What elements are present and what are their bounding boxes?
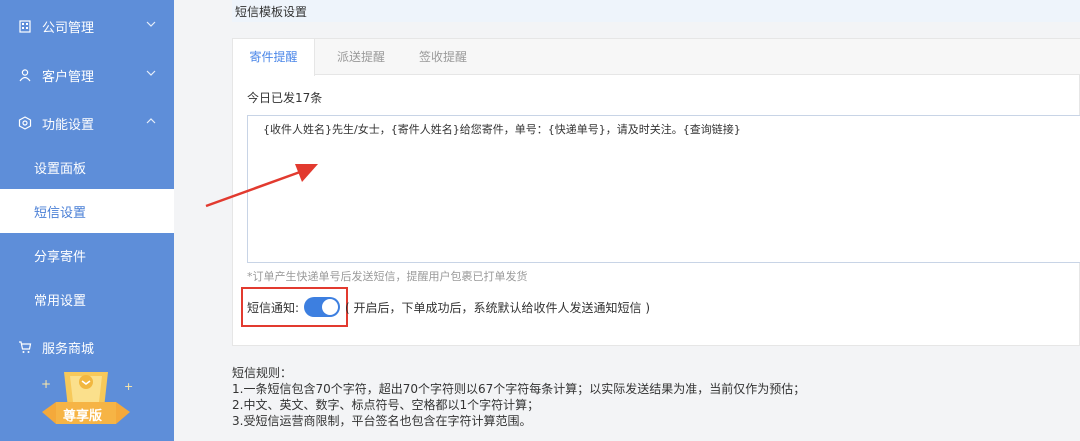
svg-text:+: + [41, 377, 51, 391]
rules-line: 1.一条短信包含70个字符，超出70个字符则以67个字符每条计算；以实际发送结果… [232, 382, 806, 396]
sidebar-subitem-share-shipping[interactable]: 分享寄件 [0, 233, 174, 277]
panel-title: 短信模板设置 [235, 5, 308, 19]
panel-header: 短信模板设置 [232, 0, 1080, 22]
premium-badge-label: 尊享版 [63, 409, 103, 424]
sms-notify-description: ( 开启后，下单成功后，系统默认给收件人发送通知短信 ) [345, 301, 650, 315]
settings-icon [18, 116, 32, 130]
template-hint: *订单产生快递单号后发送短信，提醒用户包裹已打单发货 [247, 270, 528, 283]
chevron-down-icon [146, 19, 156, 30]
premium-badge[interactable]: + + 尊享版 [36, 368, 136, 441]
sidebar-subitem-label: 常用设置 [34, 293, 87, 309]
sidebar-subitem-sms-settings[interactable]: 短信设置 [0, 189, 174, 233]
sms-notify-toggle[interactable] [304, 297, 340, 317]
sidebar-item-label: 功能设置 [42, 117, 95, 133]
sidebar-item-label: 服务商城 [42, 341, 95, 357]
rules-line: 3.受短信运营商限制，平台签名也包含在字符计算范围。 [232, 414, 532, 428]
tab-shipping-reminder[interactable]: 寄件提醒 [233, 39, 315, 76]
sidebar-item-function-settings[interactable]: 功能设置 [0, 101, 174, 145]
sidebar-subitem-settings-panel[interactable]: 设置面板 [0, 145, 174, 189]
sidebar-subitem-label: 短信设置 [34, 205, 87, 221]
today-sent-count: 今日已发17条 [247, 91, 323, 105]
sidebar: 公司管理 客户管理 功能设置 设置面板 短信设置 分享寄件 常用设置 服务商城 … [0, 0, 174, 441]
chevron-down-icon [146, 68, 156, 79]
sidebar-subitem-label: 设置面板 [34, 161, 87, 177]
svg-text:+: + [124, 380, 133, 393]
sidebar-item-label: 公司管理 [42, 20, 95, 36]
sidebar-subitem-label: 分享寄件 [34, 249, 87, 265]
sms-rules: 短信规则： 1.一条短信包含70个字符，超出70个字符则以67个字符每条计算；以… [232, 365, 1072, 429]
chevron-up-icon [146, 116, 156, 127]
tab-bar: 寄件提醒 派送提醒 签收提醒 [233, 39, 1080, 76]
sms-template-textarea[interactable]: {收件人姓名}先生/女士，{寄件人姓名}给您寄件，单号：{快递单号}，请及时关注… [247, 115, 1080, 263]
sidebar-item-label: 客户管理 [42, 69, 95, 85]
building-icon [18, 19, 32, 33]
tab-delivery-reminder[interactable]: 派送提醒 [323, 39, 399, 75]
sidebar-item-customers[interactable]: 客户管理 [0, 53, 174, 97]
tab-signed-reminder[interactable]: 签收提醒 [405, 39, 481, 75]
rules-line: 2.中文、英文、数字、标点符号、空格都以1个字符计算； [232, 398, 540, 412]
toggle-knob [322, 299, 338, 315]
sidebar-subitem-common-settings[interactable]: 常用设置 [0, 277, 174, 321]
sms-template-card: 寄件提醒 派送提醒 签收提醒 今日已发17条 {收件人姓名}先生/女士，{寄件人… [232, 38, 1080, 346]
sms-notify-label: 短信通知: [247, 301, 300, 315]
cart-icon [18, 340, 32, 354]
user-icon [18, 68, 32, 82]
sidebar-item-company[interactable]: 公司管理 [0, 4, 174, 48]
sidebar-item-service-mall[interactable]: 服务商城 [0, 325, 174, 369]
main-content: 短信模板设置 寄件提醒 派送提醒 签收提醒 今日已发17条 {收件人姓名}先生/… [174, 0, 1080, 441]
rules-title: 短信规则： [232, 366, 293, 380]
